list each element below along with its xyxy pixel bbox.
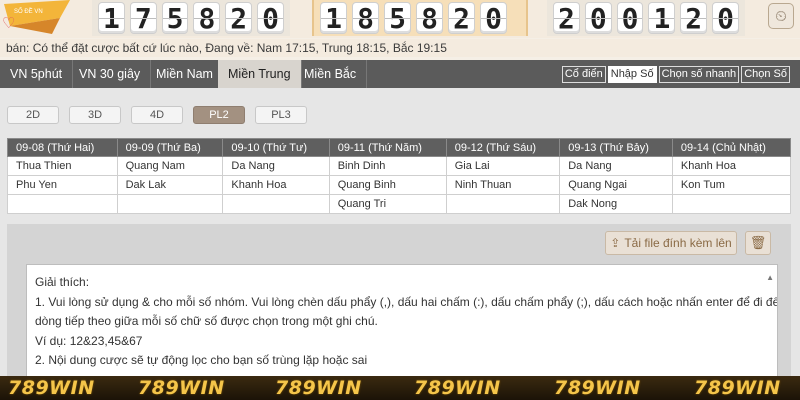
clock-digit: 2 bbox=[553, 2, 580, 35]
subtab-co-dien[interactable]: Cổ điển bbox=[561, 66, 606, 83]
schedule-table: 09-08 (Thứ Hai) 09-09 (Thứ Ba) 09-10 (Th… bbox=[7, 138, 792, 214]
subtab-chon-so-nhanh[interactable]: Chọn số nhanh bbox=[658, 66, 740, 83]
history-icon: ⏲ bbox=[775, 7, 787, 25]
schedule-cell: Thua Thien bbox=[7, 156, 118, 176]
tab-vn-5phut[interactable]: VN 5phút bbox=[0, 60, 74, 88]
bet-type-pills: 2D 3D 4D PL2 PL3 bbox=[7, 106, 307, 124]
pill-pl2[interactable]: PL2 bbox=[193, 106, 245, 124]
upload-file-button[interactable]: ⇪ Tải file đính kèm lên bbox=[605, 231, 737, 255]
trash-icon: 🗑 bbox=[749, 235, 767, 250]
schedule-cell: Dak Nong bbox=[559, 194, 673, 214]
clock-digit: 1 bbox=[320, 2, 347, 35]
schedule-cell: Gia Lai bbox=[445, 156, 561, 176]
schedule-header-row: 09-08 (Thứ Hai) 09-09 (Thứ Ba) 09-10 (Th… bbox=[7, 138, 792, 157]
schedule-cell: Quang Binh bbox=[328, 175, 447, 195]
clock-digit: 0 bbox=[584, 2, 612, 35]
clock-digit: 5 bbox=[384, 2, 411, 35]
schedule-header-cell: 09-10 (Thứ Tư) bbox=[222, 138, 330, 157]
input-mode-tabs: Cổ điển Nhập Số Chọn số nhanh Chọn Số bbox=[560, 66, 790, 83]
watermark-text: 789WIN bbox=[8, 377, 95, 399]
clear-button[interactable]: 🗑 bbox=[745, 231, 771, 255]
clock-south: 1 7 5 8 2 0 bbox=[92, 0, 290, 36]
schedule-cell: Quang Ngai bbox=[559, 175, 673, 195]
table-row: Quang Tri Dak Nong bbox=[7, 194, 792, 214]
upload-icon: ⇪ bbox=[610, 236, 621, 250]
table-row: Thua Thien Quang Nam Da Nang Binh Dinh G… bbox=[7, 156, 792, 176]
schedule-cell: Khanh Hoa bbox=[671, 156, 792, 176]
clock-digit: 8 bbox=[416, 2, 443, 35]
schedule-cell: Phu Yen bbox=[7, 175, 118, 195]
schedule-cell: Binh Dinh bbox=[328, 156, 447, 176]
draw-info-text: bán: Có thể đặt cược bất cứ lúc nào, Đan… bbox=[0, 39, 800, 57]
watermark-text: 789WIN bbox=[694, 377, 781, 399]
clock-digit: 0 bbox=[480, 2, 507, 35]
clock-digit: 1 bbox=[98, 2, 125, 35]
schedule-cell bbox=[671, 194, 792, 214]
subtab-nhap-so[interactable]: Nhập Số bbox=[607, 66, 657, 83]
tab-mien-nam[interactable]: Miền Nam bbox=[146, 60, 224, 88]
subtab-chon-so[interactable]: Chọn Số bbox=[741, 66, 790, 83]
logo-text: SỐ ĐỀ VN bbox=[14, 8, 43, 15]
clock-digit: 0 bbox=[616, 2, 644, 35]
schedule-cell: Khanh Hoa bbox=[222, 175, 330, 195]
help-line: Giải thích: bbox=[35, 275, 90, 289]
schedule-header-cell: 09-08 (Thứ Hai) bbox=[7, 138, 118, 157]
top-banner: SỐ ĐỀ VN ♡ 1 7 5 8 2 0 1 8 5 8 2 0 2 0 0… bbox=[0, 0, 800, 38]
schedule-cell: Da Nang bbox=[559, 156, 673, 176]
clock-digit: 8 bbox=[352, 2, 379, 35]
main-content: 2D 3D 4D PL2 PL3 09-08 (Thứ Hai) 09-09 (… bbox=[0, 88, 800, 400]
clock-digit: 0 bbox=[257, 2, 284, 35]
clock-digit: 2 bbox=[225, 2, 253, 35]
schedule-cell: Ninh Thuan bbox=[445, 175, 561, 195]
schedule-header-cell: 09-12 (Thứ Sáu) bbox=[445, 138, 561, 157]
clock-digit: 2 bbox=[448, 2, 475, 35]
heart-icon[interactable]: ♡ bbox=[2, 16, 18, 32]
schedule-cell: Quang Tri bbox=[328, 194, 447, 214]
clock-digit: 1 bbox=[648, 2, 676, 35]
clock-digit: 8 bbox=[193, 2, 221, 35]
clock-digit: 7 bbox=[129, 2, 157, 35]
watermark-text: 789WIN bbox=[275, 377, 362, 399]
help-line: 1. Vui lòng sử dụng & cho mỗi số nhóm. V… bbox=[35, 294, 778, 309]
pill-3d[interactable]: 3D bbox=[69, 106, 121, 124]
tab-mien-bac[interactable]: Miền Bắc bbox=[294, 60, 368, 88]
page: SỐ ĐỀ VN ♡ 1 7 5 8 2 0 1 8 5 8 2 0 2 0 0… bbox=[0, 0, 800, 400]
help-line: Ví dụ: 12&23,45&67 bbox=[35, 333, 143, 348]
pill-4d[interactable]: 4D bbox=[131, 106, 183, 124]
scroll-up-icon[interactable]: ▲ bbox=[766, 268, 774, 288]
schedule-cell bbox=[445, 194, 561, 214]
watermark-bar: 789WIN 789WIN 789WIN 789WIN 789WIN 789WI… bbox=[0, 376, 800, 400]
upload-button-label: Tải file đính kèm lên bbox=[624, 236, 732, 250]
watermark-text: 789WIN bbox=[554, 377, 641, 399]
region-nav: VN 5phút VN 30 giây Miền Nam Miền Trung … bbox=[0, 60, 800, 88]
watermark-text: 789WIN bbox=[414, 377, 501, 399]
schedule-cell bbox=[116, 194, 224, 214]
history-button[interactable]: ⏲ bbox=[768, 3, 794, 29]
schedule-cell: Kon Tum bbox=[671, 175, 792, 195]
schedule-header-cell: 09-09 (Thứ Ba) bbox=[116, 138, 224, 157]
schedule-header-cell: 09-11 (Thứ Năm) bbox=[328, 138, 447, 157]
clock-central: 1 8 5 8 2 0 bbox=[312, 0, 528, 36]
help-line: 2. Nội dung cược sẽ tự động lọc cho bạn … bbox=[35, 353, 368, 367]
schedule-cell: Dak Lak bbox=[116, 175, 224, 195]
schedule-header-cell: 09-14 (Chủ Nhật) bbox=[671, 138, 792, 157]
watermark-text: 789WIN bbox=[138, 377, 225, 399]
tab-vn-30-giay[interactable]: VN 30 giây bbox=[69, 60, 152, 88]
help-line: dòng tiếp theo giữa mỗi số chữ số được c… bbox=[35, 314, 378, 328]
clock-north: 2 0 0 1 2 0 bbox=[547, 0, 745, 36]
clock-digit: 5 bbox=[161, 2, 189, 35]
clock-digit: 0 bbox=[712, 2, 739, 35]
pill-2d[interactable]: 2D bbox=[7, 106, 59, 124]
schedule-cell: Da Nang bbox=[222, 156, 330, 176]
schedule-header-cell: 09-13 (Thứ Bảy) bbox=[559, 138, 673, 157]
clock-digit: 2 bbox=[680, 2, 708, 35]
tab-mien-trung[interactable]: Miền Trung bbox=[218, 60, 302, 88]
pill-pl3[interactable]: PL3 bbox=[255, 106, 307, 124]
schedule-cell bbox=[7, 194, 118, 214]
schedule-cell bbox=[222, 194, 330, 214]
bet-input-panel: ⇪ Tải file đính kèm lên 🗑 ▲ Giải thích: … bbox=[7, 224, 791, 400]
schedule-cell: Quang Nam bbox=[116, 156, 224, 176]
table-row: Phu Yen Dak Lak Khanh Hoa Quang Binh Nin… bbox=[7, 175, 792, 195]
